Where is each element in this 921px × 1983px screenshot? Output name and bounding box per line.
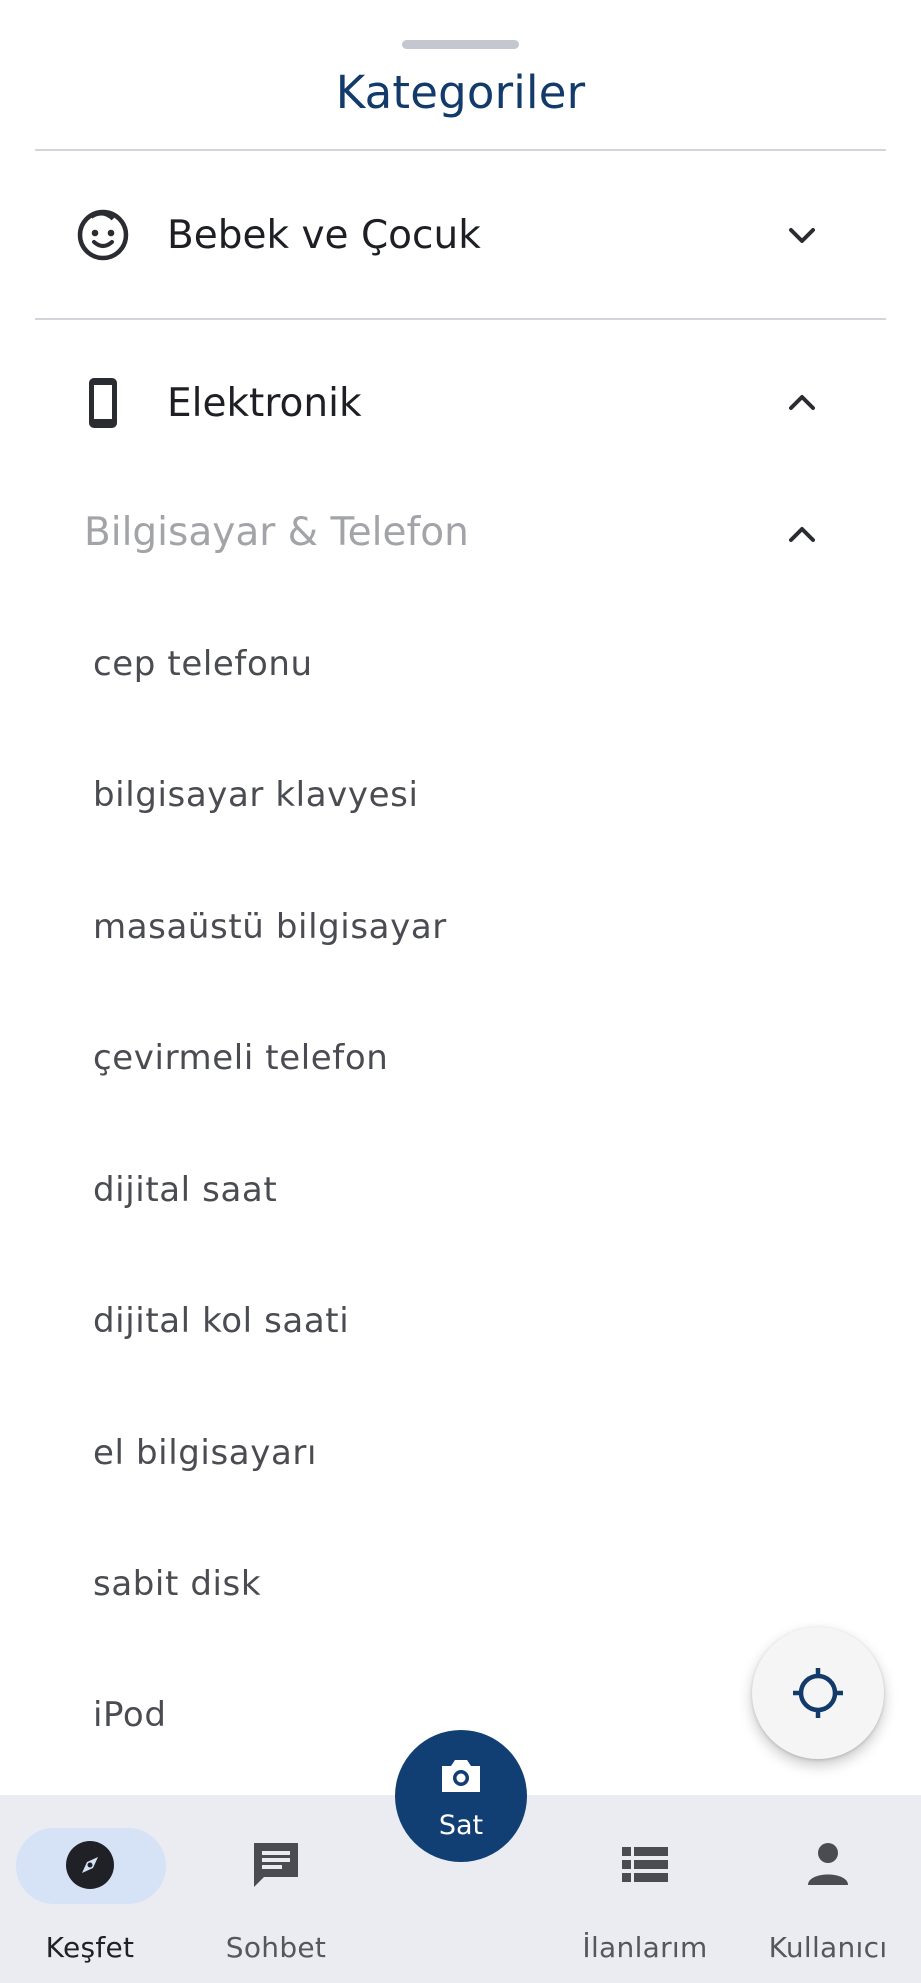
chevron-up-icon[interactable]	[782, 383, 822, 423]
nav-label: İlanlarım	[582, 1931, 708, 1964]
category-label: Bebek ve Çocuk	[167, 212, 481, 258]
list-item-dijital-kol-saati[interactable]: dijital kol saati	[35, 1273, 886, 1373]
chat-icon	[254, 1843, 298, 1887]
list-item-label: bilgisayar klavyesi	[93, 775, 419, 815]
list-item-masaustu-bilgisayar[interactable]: masaüstü bilgisayar	[35, 879, 886, 979]
list-item-label: el bilgisayarı	[93, 1433, 318, 1473]
list-item-cep-telefonu[interactable]: cep telefonu	[35, 616, 886, 716]
nav-item-chat[interactable]: Sohbet	[186, 1795, 366, 1983]
chevron-down-icon[interactable]	[782, 215, 822, 255]
list-item-sabit-disk[interactable]: sabit disk	[35, 1536, 886, 1636]
list-item-bilgisayar-klavyesi[interactable]: bilgisayar klavyesi	[35, 747, 886, 847]
person-icon	[808, 1843, 848, 1885]
list-item-el-bilgisayari[interactable]: el bilgisayarı	[35, 1405, 886, 1505]
list-item-label: cep telefonu	[93, 644, 313, 684]
categories-sheet: Kategoriler Bebek ve Çocuk Elektronik Bi…	[0, 0, 921, 1983]
nav-label: Kullanıcı	[768, 1931, 888, 1964]
locate-button[interactable]	[752, 1627, 884, 1759]
category-row-baby[interactable]: Bebek ve Çocuk	[35, 175, 886, 295]
nav-item-my-listings[interactable]: İlanlarım	[555, 1795, 735, 1983]
nav-label: Sohbet	[225, 1931, 327, 1964]
list-item-label: çevirmeli telefon	[93, 1038, 389, 1078]
category-label: Elektronik	[167, 380, 362, 426]
divider	[35, 318, 886, 320]
list-item-label: dijital saat	[93, 1170, 278, 1210]
chevron-up-icon[interactable]	[782, 515, 822, 555]
list-item-label: dijital kol saati	[93, 1301, 350, 1341]
list-item-label: iPod	[93, 1695, 167, 1735]
list-icon	[622, 1847, 668, 1882]
list-item-dijital-saat[interactable]: dijital saat	[35, 1142, 886, 1242]
sell-label: Sat	[438, 1810, 484, 1841]
list-item-cevirmeli-telefon[interactable]: çevirmeli telefon	[35, 1010, 886, 1110]
list-item-label: masaüstü bilgisayar	[93, 907, 447, 947]
baby-face-icon	[77, 209, 129, 261]
smartphone-icon	[89, 378, 117, 428]
nav-label: Keşfet	[45, 1931, 135, 1964]
sell-button[interactable]: Sat	[395, 1730, 527, 1862]
camera-icon	[442, 1760, 480, 1792]
crosshair-icon	[793, 1668, 843, 1718]
category-row-electronics[interactable]: Elektronik	[35, 343, 886, 463]
nav-item-user[interactable]: Kullanıcı	[738, 1795, 918, 1983]
list-item-label: sabit disk	[93, 1564, 262, 1604]
nav-item-explore[interactable]: Keşfet	[0, 1795, 180, 1983]
drag-handle[interactable]	[402, 40, 519, 49]
subcategory-row-computer-phone[interactable]: Bilgisayar & Telefon	[35, 480, 886, 590]
sheet-title: Kategoriler	[335, 66, 586, 119]
compass-icon	[66, 1841, 114, 1889]
subcategory-label: Bilgisayar & Telefon	[84, 510, 469, 555]
divider	[35, 149, 886, 151]
